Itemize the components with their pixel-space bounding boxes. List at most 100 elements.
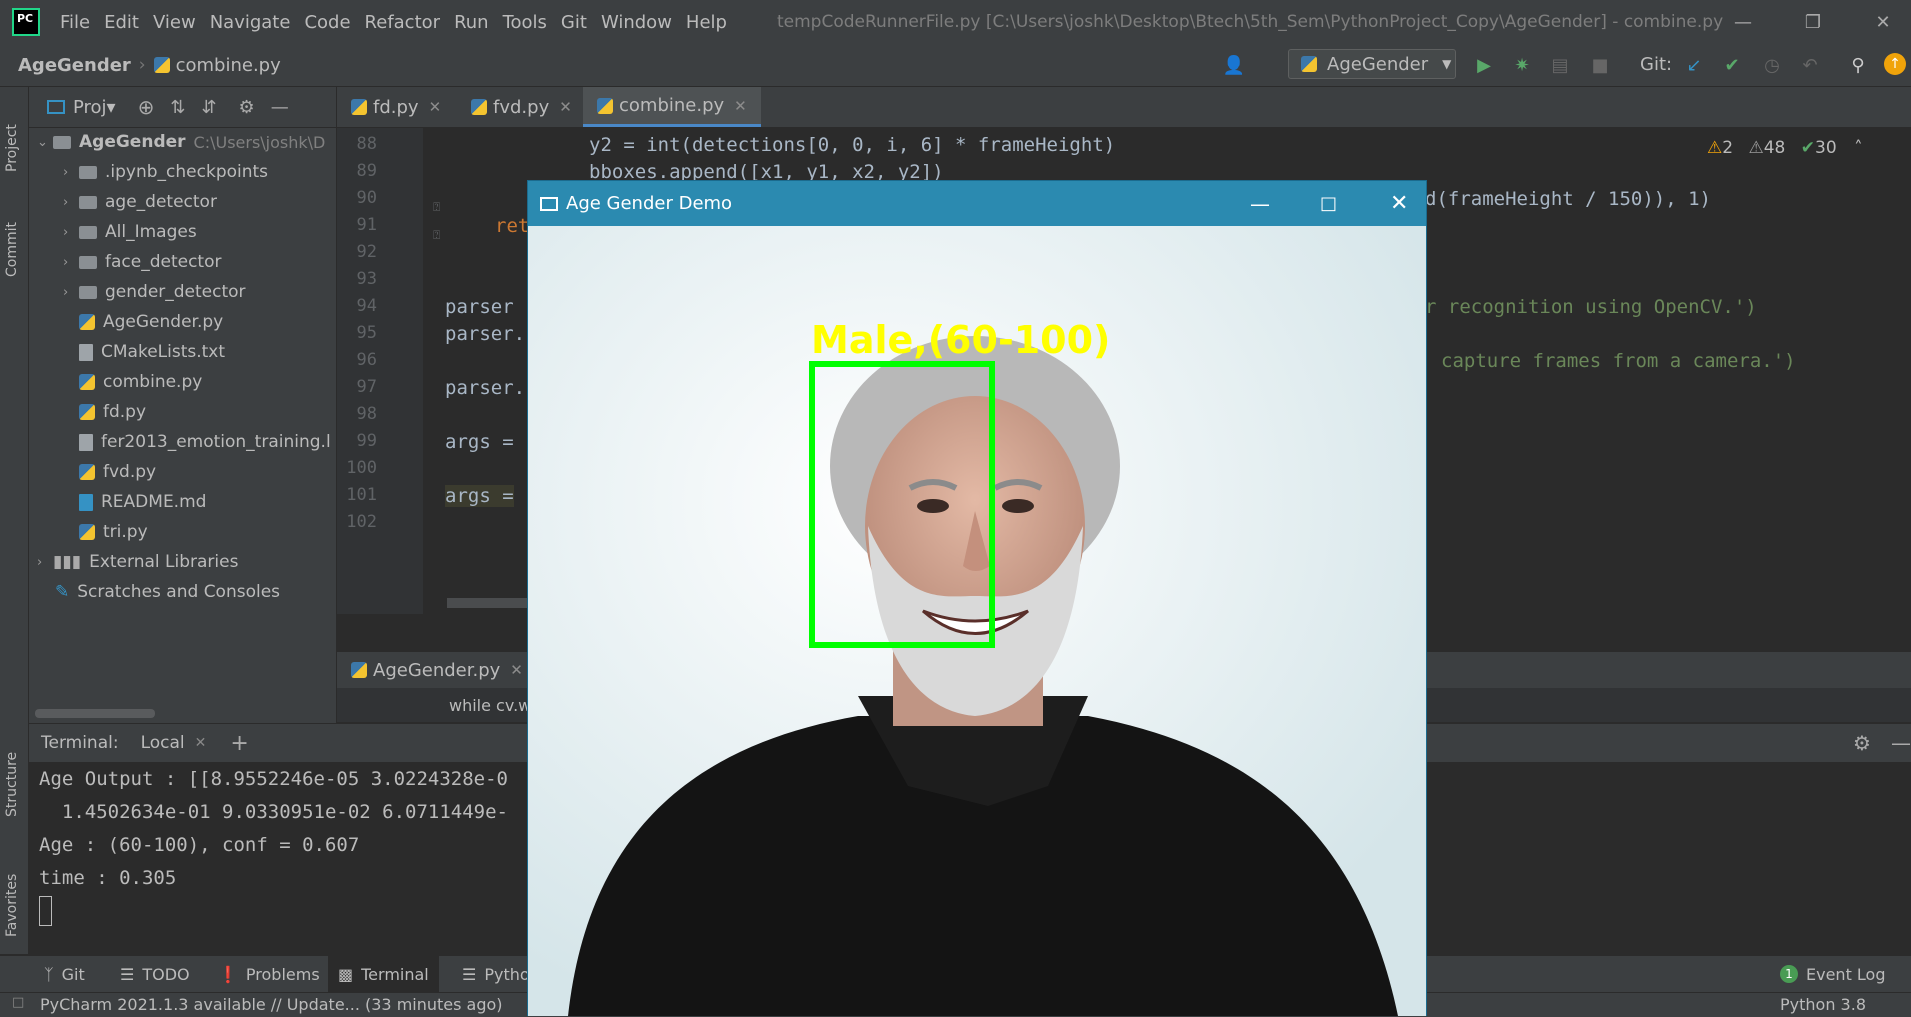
update-available-icon[interactable]: ↑ bbox=[1884, 53, 1906, 75]
close-icon[interactable]: ✕ bbox=[1390, 191, 1408, 216]
git-commit-icon[interactable]: ✔ bbox=[1720, 53, 1744, 77]
window-title: tempCodeRunnerFile.py [C:\Users\joshk\De… bbox=[776, 12, 1724, 32]
tree-item-readme[interactable]: README.md bbox=[79, 487, 206, 517]
git-update-icon[interactable]: ↙ bbox=[1682, 53, 1706, 77]
editor-horizontal-scrollbar[interactable] bbox=[447, 598, 527, 608]
tree-item-fd-py[interactable]: fd.py bbox=[79, 397, 146, 427]
chevron-right-icon: › bbox=[63, 254, 69, 270]
run-icon[interactable]: ▶ bbox=[1472, 53, 1496, 77]
minimize-icon[interactable]: — bbox=[1720, 0, 1766, 44]
minimize-icon[interactable]: — bbox=[1250, 192, 1270, 216]
cv-window-titlebar[interactable]: Age Gender Demo — □ ✕ bbox=[528, 181, 1426, 226]
maximize-icon[interactable]: □ bbox=[1320, 193, 1337, 214]
tree-item-face-detector[interactable]: › face_detector bbox=[63, 247, 222, 277]
tab-agegender-py[interactable]: AgeGender.py ✕ bbox=[351, 652, 523, 688]
tree-item-agegender-py[interactable]: AgeGender.py bbox=[79, 307, 223, 337]
terminal-tab-local[interactable]: Local bbox=[141, 733, 185, 753]
hide-icon[interactable]: — bbox=[271, 97, 289, 118]
tool-event-log[interactable]: 1 Event Log bbox=[1780, 956, 1886, 992]
menu-help[interactable]: Help bbox=[686, 12, 727, 33]
tool-git[interactable]: ᛉ Git bbox=[44, 956, 85, 992]
menu-refactor[interactable]: Refactor bbox=[365, 12, 441, 33]
tree-item-ipynb-checkpoints[interactable]: › .ipynb_checkpoints bbox=[63, 157, 268, 187]
tab-combine-py[interactable]: combine.py ✕ bbox=[583, 87, 761, 127]
close-tab-icon[interactable]: ✕ bbox=[510, 661, 523, 679]
collapse-all-icon[interactable]: ⇵ bbox=[201, 97, 216, 118]
status-message[interactable]: PyCharm 2021.1.3 available // Update... … bbox=[40, 995, 503, 1014]
warning-count: 2 bbox=[1722, 138, 1734, 158]
gear-icon[interactable]: ⚙ bbox=[239, 97, 255, 118]
chevron-down-icon: ⌄ bbox=[37, 134, 48, 150]
breadcrumb-project[interactable]: AgeGender bbox=[18, 55, 131, 76]
coverage-icon[interactable]: ▤ bbox=[1548, 53, 1572, 77]
close-tab-icon[interactable]: ✕ bbox=[734, 97, 747, 115]
tree-item-fvd-py[interactable]: fvd.py bbox=[79, 457, 156, 487]
restore-icon[interactable]: ❐ bbox=[1790, 0, 1836, 44]
menu-navigate[interactable]: Navigate bbox=[210, 12, 291, 33]
menu-view[interactable]: View bbox=[153, 12, 196, 33]
python-interpreter[interactable]: Python 3.8 bbox=[1780, 995, 1866, 1014]
tree-item-cmakelists[interactable]: CMakeLists.txt bbox=[79, 337, 225, 367]
close-icon[interactable]: ✕ bbox=[1860, 0, 1906, 44]
terminal-line: Age Output : [[8.9552246e-05 3.0224328e-… bbox=[39, 768, 508, 790]
tab-fvd-py[interactable]: fvd.py ✕ bbox=[471, 87, 572, 127]
menu-edit[interactable]: Edit bbox=[104, 12, 139, 33]
run-configuration-select[interactable]: AgeGender ▼ bbox=[1288, 49, 1456, 79]
close-tab-icon[interactable]: ✕ bbox=[559, 98, 572, 116]
tree-item-combine-py[interactable]: combine.py bbox=[79, 367, 202, 397]
expand-all-icon[interactable]: ⇅ bbox=[170, 97, 185, 118]
tree-item-fer2013[interactable]: fer2013_emotion_training.l bbox=[79, 427, 331, 457]
project-view-select[interactable]: Proj▾ bbox=[73, 97, 116, 118]
new-terminal-icon[interactable]: + bbox=[230, 731, 248, 756]
tree-root[interactable]: ⌄ AgeGender C:\Users\joshk\D bbox=[37, 127, 325, 157]
tree-item-all-images[interactable]: › All_Images bbox=[63, 217, 197, 247]
gear-icon[interactable]: ⚙ bbox=[1853, 731, 1871, 755]
breadcrumb-file[interactable]: combine.py bbox=[176, 55, 281, 76]
code-breadcrumb-item[interactable]: while cv.w bbox=[449, 696, 531, 715]
menu-tools[interactable]: Tools bbox=[503, 12, 547, 33]
menu-run[interactable]: Run bbox=[454, 12, 489, 33]
tree-item-scratches[interactable]: ✎ Scratches and Consoles bbox=[55, 577, 280, 607]
tool-problems[interactable]: ❗ Problems bbox=[218, 956, 320, 992]
project-panel: Proj▾ ⊕ ⇅ ⇵ ⚙ — ⌄ AgeGender C:\Users\jos… bbox=[29, 87, 336, 723]
debug-icon[interactable]: ✷ bbox=[1510, 53, 1534, 77]
hide-icon[interactable]: — bbox=[1891, 731, 1911, 755]
tree-item-gender-detector[interactable]: › gender_detector bbox=[63, 277, 246, 307]
fold-icon[interactable]: ⍰ bbox=[433, 228, 440, 243]
favorites-tool-tab[interactable]: Favorites bbox=[4, 852, 20, 937]
structure-tool-tab[interactable]: Structure bbox=[4, 732, 20, 817]
stop-icon[interactable]: ■ bbox=[1588, 53, 1612, 77]
menu-window[interactable]: Window bbox=[601, 12, 672, 33]
tab-fd-py[interactable]: fd.py ✕ bbox=[351, 87, 441, 127]
tree-item-label: combine.py bbox=[103, 372, 203, 392]
horizontal-scrollbar[interactable] bbox=[35, 709, 155, 718]
menu-file[interactable]: File bbox=[60, 12, 90, 33]
search-icon[interactable]: ⚲ bbox=[1846, 53, 1870, 77]
menu-git[interactable]: Git bbox=[561, 12, 587, 33]
tree-item-tri-py[interactable]: tri.py bbox=[79, 517, 148, 547]
close-tab-icon[interactable]: ✕ bbox=[195, 735, 207, 751]
chevron-up-icon[interactable]: ˄ bbox=[1854, 138, 1863, 158]
code-line-99: args = bbox=[445, 431, 514, 453]
tool-python-console[interactable]: ☰ Pytho bbox=[462, 956, 530, 992]
commit-tool-tab[interactable]: Commit bbox=[4, 202, 20, 277]
age-gender-demo-window[interactable]: Age Gender Demo — □ ✕ Male,(60-100) bbox=[527, 180, 1427, 1016]
tool-todo[interactable]: ☰ TODO bbox=[120, 956, 190, 992]
locate-icon[interactable]: ⊕ bbox=[138, 95, 155, 119]
fold-icon[interactable]: ⍰ bbox=[433, 200, 440, 215]
git-rollback-icon[interactable]: ↶ bbox=[1798, 53, 1822, 77]
inspection-widget[interactable]: ⚠2 ⚠48 ✔30 ˄ bbox=[1707, 138, 1863, 158]
problems-icon: ❗ bbox=[218, 964, 238, 984]
tool-terminal[interactable]: ▩ Terminal bbox=[328, 956, 439, 992]
tree-item-age-detector[interactable]: › age_detector bbox=[63, 187, 217, 217]
menu-code[interactable]: Code bbox=[304, 12, 350, 33]
user-icon[interactable]: 👤 bbox=[1222, 53, 1246, 77]
project-tool-tab[interactable]: Project bbox=[4, 97, 20, 172]
tree-item-label: tri.py bbox=[103, 522, 148, 542]
markdown-file-icon bbox=[79, 493, 93, 511]
weak-warning-icon: ⚠ bbox=[1748, 138, 1764, 158]
status-toggle-icon[interactable]: □ bbox=[12, 995, 24, 1010]
git-history-icon[interactable]: ◷ bbox=[1760, 53, 1784, 77]
tree-item-external-libraries[interactable]: › ▮▮▮ External Libraries bbox=[37, 547, 238, 577]
close-tab-icon[interactable]: ✕ bbox=[429, 98, 442, 116]
